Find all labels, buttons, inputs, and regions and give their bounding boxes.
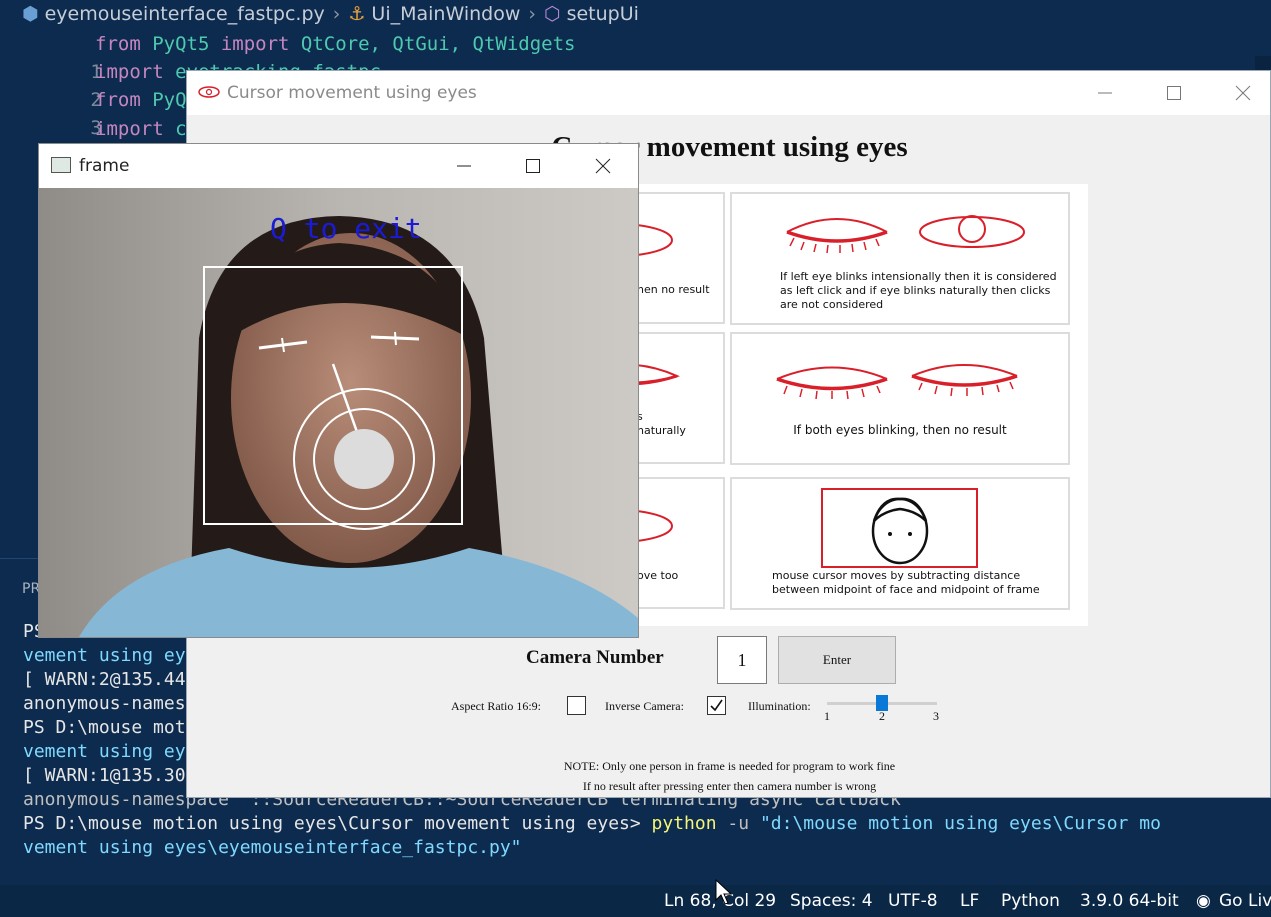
terminal-line: vement using ey <box>23 741 186 762</box>
instruction-card-both-blink: If both eyes blinking, then no result <box>730 332 1070 465</box>
checkmark-icon <box>710 699 723 712</box>
instruction-card-left-click: If left eye blinks intensionally then it… <box>730 192 1070 325</box>
code-token: c <box>163 118 187 140</box>
illumination-label: Illumination: <box>748 699 811 713</box>
maximize-button[interactable] <box>498 144 568 188</box>
terminal-line: vement using eyes\eyemouseinterface_fast… <box>23 837 522 858</box>
aspect-ratio-checkbox[interactable] <box>567 696 586 715</box>
terminal-cmd: python <box>651 813 717 834</box>
both-blink-sketch-icon <box>776 364 1018 400</box>
chevron-right-icon: › <box>332 3 341 25</box>
broadcast-icon: ◉ <box>1196 891 1211 911</box>
code-line[interactable]: 1 from PyQt5 import QtCore, QtGui, QtWid… <box>0 30 575 83</box>
frame-window: frame Q to exit <box>38 143 639 638</box>
exit-hint-text: Q to exit <box>270 212 422 245</box>
close-button[interactable] <box>568 144 638 188</box>
code-line[interactable]: 3 from PyQt <box>0 86 198 139</box>
code-token: from <box>95 89 141 111</box>
status-language[interactable]: Python <box>1001 891 1060 911</box>
terminal-line: anonymous-names <box>23 693 186 714</box>
code-token: QtCore, QtGui, QtWidgets <box>289 33 576 55</box>
code-line[interactable]: 4 import c <box>0 115 186 168</box>
breadcrumb-method[interactable]: setupUi <box>567 3 639 25</box>
status-encoding[interactable]: UTF-8 <box>888 891 938 911</box>
maximize-icon <box>526 159 540 173</box>
close-button[interactable] <box>1208 71 1271 115</box>
window-app-icon <box>51 157 71 173</box>
card-caption: If both eyes blinking, then no result <box>793 423 1007 437</box>
terminal-prompt: PS D:\mouse motion using eyes\Cursor mov… <box>23 813 652 834</box>
instruction-card-cursor-move: mouse cursor moves by subtracting distan… <box>730 477 1070 610</box>
pointer-center-dot <box>334 429 394 489</box>
slider-tick-label: 3 <box>933 709 939 723</box>
terminal-line: PS D:\mouse mot <box>23 717 186 738</box>
code-token: PyQt5 <box>140 33 221 55</box>
status-bar: Ln 68, Col 29 Spaces: 4 UTF-8 LF Python … <box>0 885 1271 917</box>
card-caption: ove too <box>637 569 679 582</box>
title-bar[interactable]: Cursor movement using eyes <box>187 71 1270 115</box>
terminal-line: [ WARN:1@135.30 <box>23 765 186 786</box>
terminal-command-line: PS D:\mouse motion using eyes\Cursor mov… <box>23 812 1161 836</box>
maximize-button[interactable] <box>1139 71 1209 115</box>
breadcrumb-class[interactable]: Ui_MainWindow <box>371 3 520 25</box>
card-caption: If left eye blinks intensionally then it… <box>780 270 1057 311</box>
class-icon: ⚓ <box>348 3 366 25</box>
inverse-camera-label: Inverse Camera: <box>605 699 684 713</box>
close-icon <box>595 158 611 174</box>
terminal-cmd-path: "d:\mouse motion using eyes\Cursor mo <box>759 813 1161 834</box>
code-token: from <box>95 33 141 55</box>
code-token: import <box>95 118 164 140</box>
eye-app-icon <box>198 86 220 98</box>
status-interpreter[interactable]: 3.9.0 64-bit <box>1080 891 1179 911</box>
enter-button[interactable]: Enter <box>778 636 896 684</box>
chevron-right-icon: › <box>528 3 536 25</box>
terminal-cmd-flag: -u <box>716 813 760 834</box>
python-file-icon: ⬢ <box>22 3 39 25</box>
minimize-button[interactable] <box>1070 71 1140 115</box>
webcam-frame: Q to exit <box>39 188 638 637</box>
breadcrumb: ⬢ eyemouseinterface_fastpc.py › ⚓ Ui_Mai… <box>0 0 1271 28</box>
method-icon: ⬡ <box>544 3 561 25</box>
inverse-camera-checkbox[interactable] <box>707 696 726 715</box>
code-line[interactable]: 2 import eyetracking_fastpc <box>0 58 381 111</box>
minimize-button[interactable] <box>429 144 499 188</box>
title-bar[interactable]: frame <box>39 144 638 188</box>
code-token: import <box>95 61 164 83</box>
window-title: frame <box>79 156 130 176</box>
slider-tick-label: 2 <box>879 709 885 723</box>
breadcrumb-file[interactable]: eyemouseinterface_fastpc.py <box>45 3 325 25</box>
maximize-icon <box>1167 86 1181 100</box>
close-icon <box>1235 85 1251 101</box>
code-token: import <box>220 33 290 55</box>
note-text: NOTE: Only one person in frame is needed… <box>563 759 896 773</box>
status-go-live[interactable]: Go Live <box>1219 891 1271 911</box>
camera-number-label: Camera Number <box>526 647 664 668</box>
status-eol[interactable]: LF <box>960 891 979 911</box>
mouse-pointer-icon <box>715 878 733 905</box>
terminal-line: vement using ey <box>23 645 186 666</box>
card-caption: mouse cursor moves by subtracting distan… <box>772 569 1040 596</box>
card-caption: hen no result <box>637 283 710 296</box>
slider-tick-label: 1 <box>824 709 830 723</box>
minimize-icon <box>1098 92 1112 94</box>
card-caption: naturally <box>637 424 686 437</box>
camera-number-input[interactable]: 1 <box>717 636 767 684</box>
window-title: Cursor movement using eyes <box>227 83 477 103</box>
terminal-line: [ WARN:2@135.44 <box>23 669 186 690</box>
note-text: If no result after pressing enter then c… <box>582 779 877 793</box>
aspect-ratio-label: Aspect Ratio 16:9: <box>451 699 541 713</box>
minimize-icon <box>457 165 471 167</box>
status-indentation[interactable]: Spaces: 4 <box>790 891 873 911</box>
